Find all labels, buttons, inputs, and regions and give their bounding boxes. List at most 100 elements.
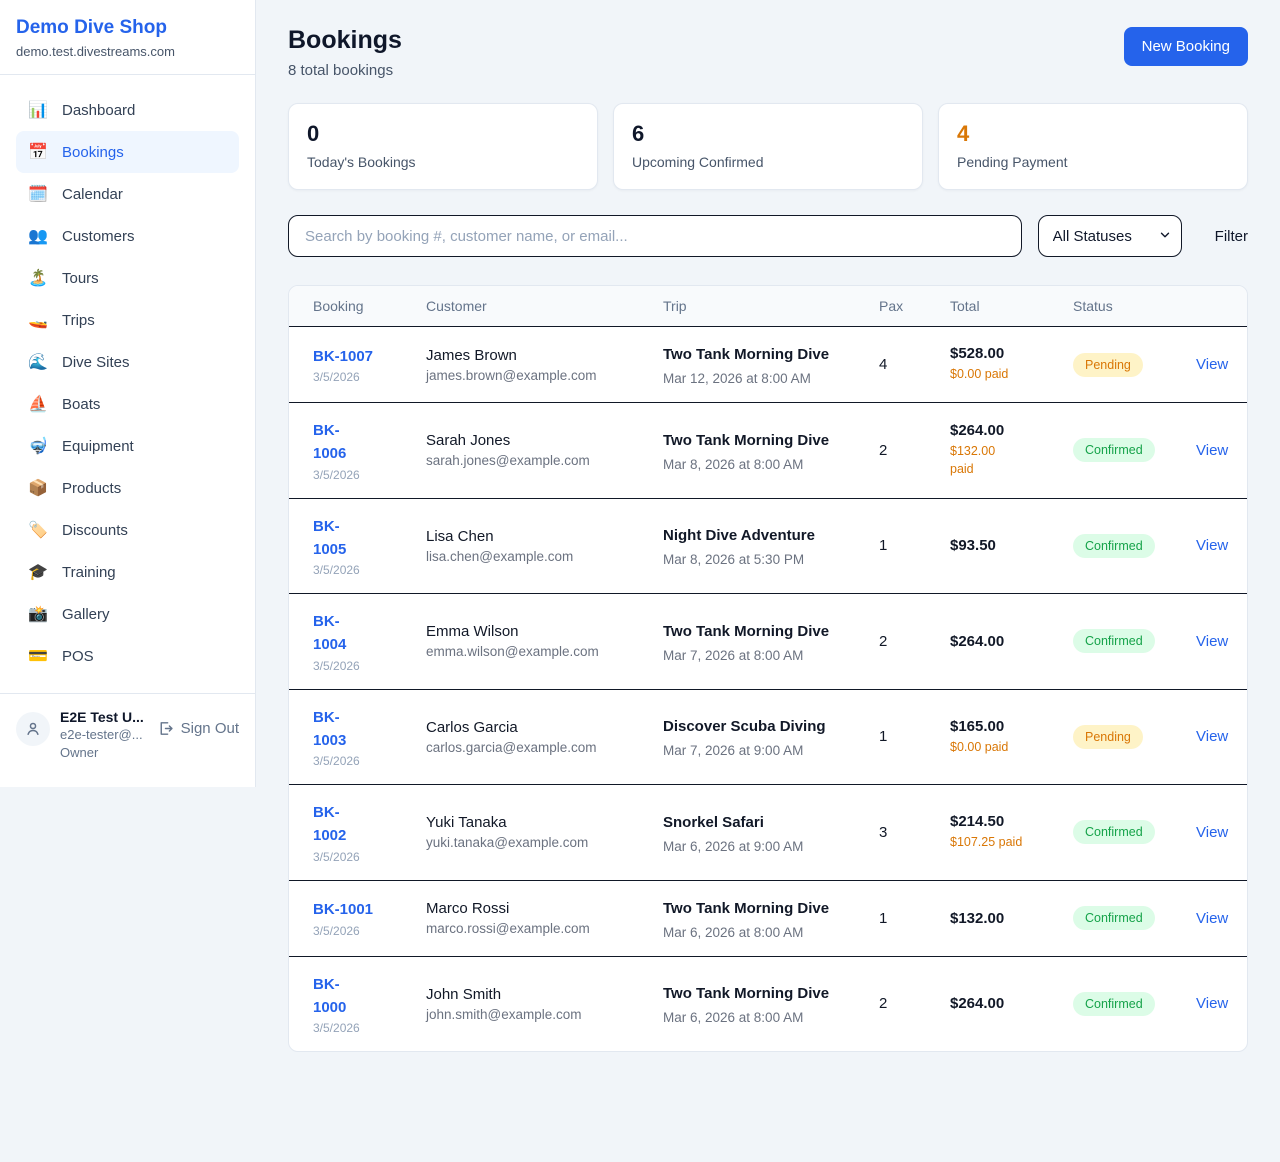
customer-cell: James Brown james.brown@example.com	[426, 347, 639, 383]
trip-name: Two Tank Morning Dive	[663, 982, 835, 1006]
stat-value: 0	[307, 121, 579, 147]
sidebar-item-trips[interactable]: 🚤 Trips	[16, 299, 239, 341]
sidebar-item-tours[interactable]: 🏝️ Tours	[16, 257, 239, 299]
status-badge: Confirmed	[1073, 534, 1155, 558]
trip-datetime: Mar 7, 2026 at 8:00 AM	[663, 648, 855, 663]
customer-cell: Emma Wilson emma.wilson@example.com	[426, 623, 639, 659]
booking-id-link[interactable]: BK- 1002	[313, 801, 402, 848]
status-filter-select[interactable]: All Statuses	[1038, 215, 1182, 257]
customer-email: john.smith@example.com	[426, 1007, 639, 1022]
calendar-icon: 📅	[28, 142, 48, 162]
total-cell: $214.50 $107.25 paid	[950, 813, 1049, 852]
customer-cell: Marco Rossi marco.rossi@example.com	[426, 900, 639, 936]
total-amount: $93.50	[950, 537, 1049, 554]
trip-datetime: Mar 7, 2026 at 9:00 AM	[663, 743, 855, 758]
credit-card-icon: 💳	[28, 646, 48, 666]
stat-label: Upcoming Confirmed	[632, 154, 904, 170]
trip-cell: Two Tank Morning Dive Mar 6, 2026 at 8:0…	[663, 982, 855, 1025]
customer-email: lisa.chen@example.com	[426, 549, 639, 564]
trip-name: Two Tank Morning Dive	[663, 343, 835, 367]
column-header-customer: Customer	[426, 298, 639, 314]
sailboat-icon: ⛵	[28, 394, 48, 414]
stat-card: 4 Pending Payment	[938, 103, 1248, 190]
user-info: E2E Test U... e2e-tester@... Owner	[60, 708, 144, 761]
booking-id-link[interactable]: BK-1001	[313, 898, 402, 921]
camera-icon: 📸	[28, 604, 48, 624]
search-input[interactable]	[288, 215, 1022, 257]
sidebar-item-equipment[interactable]: 🤿 Equipment	[16, 425, 239, 467]
view-link[interactable]: View	[1196, 356, 1228, 373]
booking-id-link[interactable]: BK- 1003	[313, 706, 402, 753]
paid-amount: $0.00 paid	[950, 739, 1049, 757]
sidebar-item-bookings[interactable]: 📅 Bookings	[16, 131, 239, 173]
shop-domain: demo.test.divestreams.com	[16, 44, 239, 59]
paid-amount: $0.00 paid	[950, 366, 1049, 384]
filter-row: All Statuses Filter	[288, 215, 1248, 257]
stat-label: Today's Bookings	[307, 154, 579, 170]
pax-value: 4	[879, 356, 926, 373]
trip-datetime: Mar 8, 2026 at 8:00 AM	[663, 457, 855, 472]
sidebar-item-label: Products	[62, 480, 121, 497]
sidebar-item-gallery[interactable]: 📸 Gallery	[16, 593, 239, 635]
trip-cell: Snorkel Safari Mar 6, 2026 at 9:00 AM	[663, 811, 855, 854]
status-badge: Pending	[1073, 353, 1143, 377]
new-booking-button[interactable]: New Booking	[1124, 27, 1248, 66]
sidebar-item-calendar[interactable]: 🗓️ Calendar	[16, 173, 239, 215]
table-row: BK-1007 3/5/2026 James Brown james.brown…	[289, 327, 1247, 403]
trip-name: Night Dive Adventure	[663, 524, 835, 548]
view-link[interactable]: View	[1196, 442, 1228, 459]
filter-button[interactable]: Filter	[1215, 228, 1248, 245]
column-header-total: Total	[950, 298, 1049, 314]
sidebar-item-pos[interactable]: 💳 POS	[16, 635, 239, 677]
view-link[interactable]: View	[1196, 537, 1228, 554]
sidebar-item-label: Bookings	[62, 144, 124, 161]
booking-id-link[interactable]: BK-1007	[313, 345, 402, 368]
view-link[interactable]: View	[1196, 728, 1228, 745]
sidebar-item-dive-sites[interactable]: 🌊 Dive Sites	[16, 341, 239, 383]
pax-value: 2	[879, 633, 926, 650]
booking-date: 3/5/2026	[313, 468, 402, 482]
island-icon: 🏝️	[28, 268, 48, 288]
view-link[interactable]: View	[1196, 910, 1228, 927]
total-cell: $165.00 $0.00 paid	[950, 718, 1049, 757]
sign-out-button[interactable]: Sign Out	[157, 720, 239, 737]
booking-id-link[interactable]: BK- 1004	[313, 610, 402, 657]
sidebar-item-label: Trips	[62, 312, 95, 329]
view-link[interactable]: View	[1196, 824, 1228, 841]
sidebar-item-boats[interactable]: ⛵ Boats	[16, 383, 239, 425]
pax-value: 3	[879, 824, 926, 841]
page-header: Bookings 8 total bookings New Booking	[288, 26, 1248, 79]
sidebar-item-customers[interactable]: 👥 Customers	[16, 215, 239, 257]
customer-email: emma.wilson@example.com	[426, 644, 639, 659]
package-icon: 📦	[28, 478, 48, 498]
sidebar-item-discounts[interactable]: 🏷️ Discounts	[16, 509, 239, 551]
sidebar-item-label: POS	[62, 648, 94, 665]
status-cell: Confirmed	[1073, 992, 1172, 1016]
speedboat-icon: 🚤	[28, 310, 48, 330]
trip-name: Two Tank Morning Dive	[663, 897, 835, 921]
stat-value: 6	[632, 121, 904, 147]
pax-value: 2	[879, 442, 926, 459]
total-amount: $528.00	[950, 345, 1049, 362]
booking-id-link[interactable]: BK- 1006	[313, 419, 402, 466]
status-select-wrap: All Statuses	[1038, 215, 1182, 257]
stat-card: 6 Upcoming Confirmed	[613, 103, 923, 190]
booking-date: 3/5/2026	[313, 924, 402, 938]
trip-name: Two Tank Morning Dive	[663, 620, 835, 644]
total-amount: $165.00	[950, 718, 1049, 735]
sidebar-item-products[interactable]: 📦 Products	[16, 467, 239, 509]
sidebar-item-dashboard[interactable]: 📊 Dashboard	[16, 89, 239, 131]
booking-id-link[interactable]: BK- 1005	[313, 515, 402, 562]
view-link[interactable]: View	[1196, 995, 1228, 1012]
trip-cell: Two Tank Morning Dive Mar 8, 2026 at 8:0…	[663, 429, 855, 472]
brand-block: Demo Dive Shop demo.test.divestreams.com	[0, 0, 255, 75]
user-email: e2e-tester@...	[60, 726, 144, 744]
sidebar-item-training[interactable]: 🎓 Training	[16, 551, 239, 593]
sidebar: Demo Dive Shop demo.test.divestreams.com…	[0, 0, 256, 787]
customer-name: Marco Rossi	[426, 900, 639, 917]
booking-id-link[interactable]: BK- 1000	[313, 973, 402, 1020]
sign-out-label: Sign Out	[181, 720, 239, 737]
status-cell: Confirmed	[1073, 534, 1172, 558]
booking-cell: BK- 1004 3/5/2026	[313, 610, 402, 673]
view-link[interactable]: View	[1196, 633, 1228, 650]
